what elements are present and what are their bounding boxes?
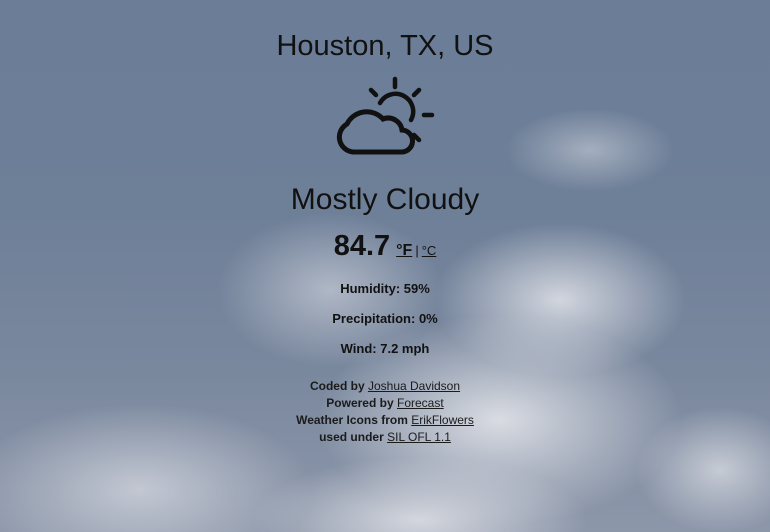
temperature-row: 84.7 °F | °C: [0, 228, 770, 264]
humidity-stat: Humidity: 59%: [340, 281, 430, 296]
precipitation-stat: Precipitation: 0%: [332, 311, 438, 326]
erikflowers-link[interactable]: ErikFlowers: [411, 413, 474, 427]
weather-summary: Mostly Cloudy: [290, 183, 480, 216]
forecast-link[interactable]: Forecast: [397, 396, 444, 410]
coded-by-label: Coded by: [309, 379, 365, 393]
location-title: Houston, TX, US: [276, 30, 494, 62]
wind-stat: Wind: 7.2 mph: [340, 341, 430, 356]
credits: Coded by Joshua Davidson Powered by Fore…: [0, 378, 770, 446]
unit-separator: |: [415, 243, 419, 258]
temperature-value: 84.7: [333, 230, 391, 262]
fahrenheit-link[interactable]: °F: [396, 242, 412, 259]
credit-line-powered: Powered by Forecast: [0, 395, 770, 412]
author-link[interactable]: Joshua Davidson: [368, 379, 460, 393]
credit-line-coded: Coded by Joshua Davidson: [0, 378, 770, 395]
used-under-label: used under: [319, 430, 384, 444]
powered-by-label: Powered by: [326, 396, 394, 410]
day-cloudy-icon: [333, 76, 437, 158]
icons-from-label: Weather Icons from: [296, 413, 408, 427]
unit-toggle: °F | °C: [396, 242, 436, 260]
celsius-link[interactable]: °C: [422, 243, 437, 258]
license-link[interactable]: SIL OFL 1.1: [387, 430, 451, 444]
credit-line-license: used under SIL OFL 1.1: [0, 429, 770, 446]
credit-line-icons: Weather Icons from ErikFlowers: [0, 412, 770, 429]
